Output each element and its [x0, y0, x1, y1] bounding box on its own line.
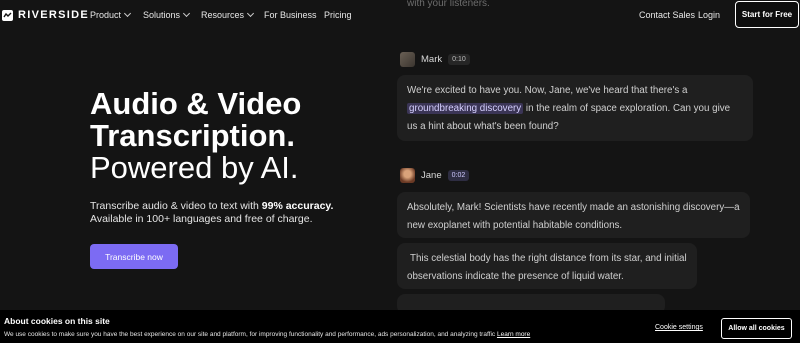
hero-subtitle: Transcribe audio & video to text with 99… [90, 200, 370, 226]
hero-title-line1: Audio & Video [90, 86, 302, 121]
transcribe-now-button[interactable]: Transcribe now [90, 244, 178, 269]
nav-for-business-label: For Business [264, 10, 317, 20]
hero-title-line2: Transcription. [90, 118, 295, 153]
highlighted-phrase: groundbreaking discovery [407, 103, 524, 114]
speaker-name: Mark [421, 54, 443, 65]
learn-more-link[interactable]: Learn more [497, 331, 530, 338]
cookie-title: About cookies on this site [4, 316, 110, 326]
speaker-jane: Jane 0:02 [400, 168, 470, 183]
top-nav: RIVERSIDE Product Solutions Resources Fo… [0, 0, 800, 30]
timestamp-badge[interactable]: 0:10 [448, 54, 470, 65]
hero-title: Audio & Video Transcription. Powered by … [90, 88, 390, 184]
chevron-down-icon [246, 9, 255, 18]
nav-resources-label: Resources [201, 10, 245, 20]
hero-sub-text: Transcribe audio & video to text with [90, 200, 262, 212]
logo-text: RIVERSIDE [18, 9, 89, 21]
nav-for-business[interactable]: For Business [264, 10, 317, 20]
bubble-text: This celestial body has the right distan… [407, 253, 687, 282]
chevron-down-icon [182, 9, 191, 18]
timestamp-badge[interactable]: 0:02 [447, 170, 470, 181]
nav-product[interactable]: Product [90, 9, 132, 20]
hero-title-line3: Powered by AI. [90, 150, 299, 185]
jane-avatar [400, 168, 415, 183]
nav-product-label: Product [90, 10, 122, 20]
nav-solutions[interactable]: Solutions [143, 9, 191, 20]
speaker-name: Jane [421, 170, 442, 181]
cookie-settings-link[interactable]: Cookie settings [655, 324, 703, 331]
bubble-text: We're excited to have you. Now, Jane, we… [407, 85, 688, 96]
cookie-banner: About cookies on this site We use cookie… [0, 310, 800, 343]
hero-sub-line2: Available in 100+ languages and free of … [90, 213, 313, 225]
nav-pricing-label: Pricing [324, 10, 352, 20]
chevron-down-icon [123, 9, 132, 18]
contact-sales-link[interactable]: Contact Sales [639, 10, 695, 20]
login-link[interactable]: Login [698, 10, 720, 20]
faded-transcript-line: with your listeners. [407, 0, 490, 9]
start-for-free-button[interactable]: Start for Free [735, 1, 799, 28]
mark-avatar [400, 52, 415, 67]
speaker-mark: Mark 0:10 [400, 52, 470, 67]
hero-sub-accuracy: 99% accuracy. [261, 200, 334, 212]
cookie-description: We use cookies to make sure you have the… [4, 331, 496, 338]
nav-solutions-label: Solutions [143, 10, 181, 20]
transcript-bubble-jane-2: This celestial body has the right distan… [397, 243, 697, 289]
allow-all-cookies-button[interactable]: Allow all cookies [721, 318, 792, 339]
transcript-bubble-mark: We're excited to have you. Now, Jane, we… [397, 75, 753, 141]
nav-resources[interactable]: Resources [201, 9, 255, 20]
logo-icon [2, 9, 13, 21]
riverside-logo[interactable]: RIVERSIDE [2, 9, 89, 21]
transcript-bubble-jane-1: Absolutely, Mark! Scientists have recent… [397, 192, 750, 238]
nav-pricing[interactable]: Pricing [324, 10, 352, 20]
cookie-text: We use cookies to make sure you have the… [4, 331, 530, 338]
